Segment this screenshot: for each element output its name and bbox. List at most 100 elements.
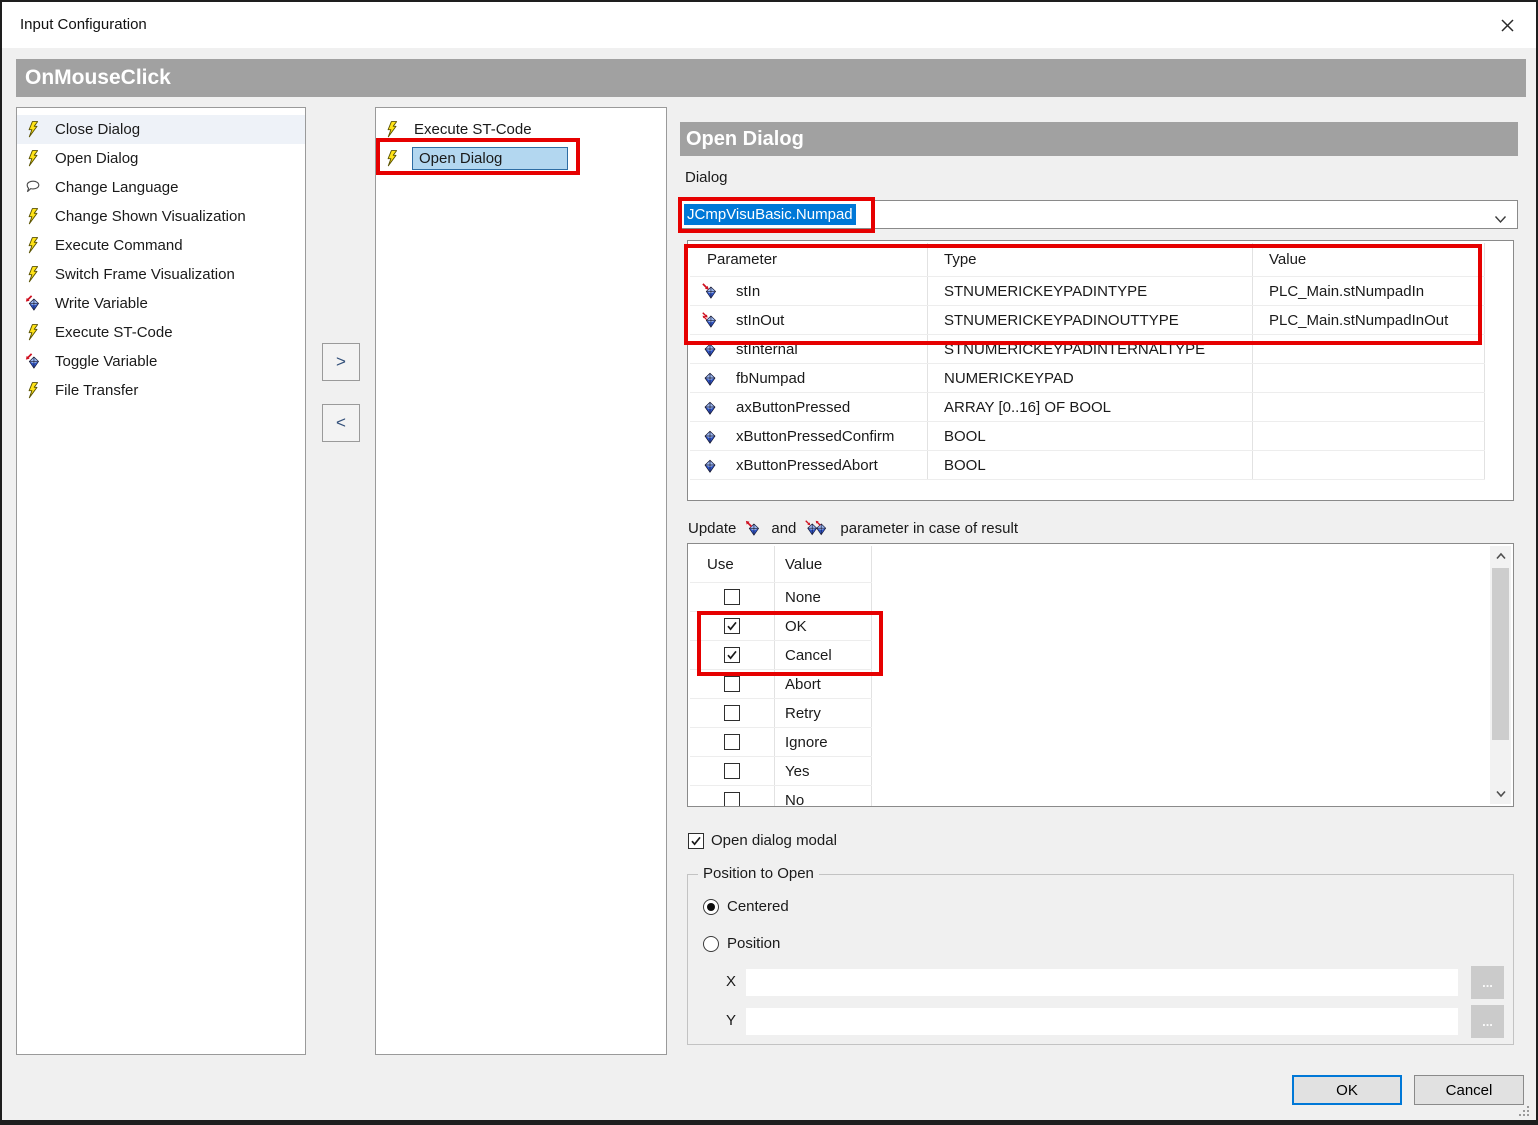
close-icon[interactable]	[1490, 2, 1524, 48]
open-dialog-modal-option: Open dialog modal	[688, 832, 837, 849]
variable-icon	[702, 370, 719, 387]
input-configuration-dialog: Input Configuration OnMouseClick Close D…	[0, 0, 1538, 1125]
column-header: Parameter	[690, 243, 928, 276]
column-header: Type	[928, 243, 1253, 276]
parameter-row[interactable]: axButtonPressedARRAY [0..16] OF BOOL	[690, 393, 1485, 422]
list-item[interactable]: Execute ST-Code	[17, 318, 305, 347]
result-row: Ignore	[690, 728, 872, 757]
use-checkbox[interactable]	[724, 676, 740, 692]
list-item-label: Execute ST-Code	[414, 121, 532, 138]
variable-icon	[702, 341, 719, 358]
bolt-icon	[384, 150, 401, 167]
variable-icon	[702, 399, 719, 416]
list-item-label: Open Dialog	[55, 150, 138, 167]
parameter-row[interactable]: xButtonPressedConfirmBOOL	[690, 422, 1485, 451]
chevron-down-icon[interactable]	[1494, 211, 1507, 228]
list-item[interactable]: Open Dialog	[17, 144, 305, 173]
list-item-label: Open Dialog	[412, 147, 568, 170]
update-prefix-text: Update	[688, 520, 736, 537]
resize-grip[interactable]	[1516, 1103, 1531, 1122]
y-label: Y	[726, 1012, 736, 1029]
use-checkbox[interactable]	[724, 792, 740, 807]
list-item[interactable]: Close Dialog	[17, 115, 305, 144]
use-checkbox[interactable]	[724, 705, 740, 721]
result-value: Yes	[775, 757, 872, 785]
result-row: Cancel	[690, 641, 872, 670]
result-row: None	[690, 583, 872, 612]
dialog-label: Dialog	[685, 169, 728, 186]
use-checkbox[interactable]	[724, 589, 740, 605]
scroll-down-icon[interactable]	[1490, 784, 1511, 804]
list-item-label: Execute ST-Code	[55, 324, 173, 341]
dialog-combobox[interactable]: JCmpVisuBasic.Numpad	[680, 200, 1518, 229]
input-variable-icon	[702, 283, 719, 300]
list-item[interactable]: Execute ST-Code	[376, 115, 666, 144]
list-item[interactable]: Switch Frame Visualization	[17, 260, 305, 289]
move-right-button[interactable]: >	[322, 343, 360, 381]
y-browse-button[interactable]: ...	[1471, 1005, 1504, 1038]
scroll-up-icon[interactable]	[1490, 546, 1511, 566]
use-checkbox[interactable]	[724, 763, 740, 779]
y-input[interactable]	[746, 1008, 1458, 1035]
list-item[interactable]: Execute Command	[17, 231, 305, 260]
list-item[interactable]: Open Dialog	[376, 144, 666, 173]
result-row: Yes	[690, 757, 872, 786]
bolt-icon	[25, 121, 42, 138]
ok-button[interactable]: OK	[1292, 1075, 1402, 1105]
parameter-value[interactable]	[1253, 335, 1485, 363]
list-item[interactable]: Write Variable	[17, 289, 305, 318]
parameter-name: stInternal	[736, 341, 798, 358]
x-browse-button[interactable]: ...	[1471, 966, 1504, 999]
parameter-value[interactable]	[1253, 364, 1485, 392]
inout-variable-pair-icon	[805, 520, 831, 537]
list-item[interactable]: Change Language	[17, 173, 305, 202]
parameter-table-header: ParameterTypeValue	[690, 243, 1485, 277]
parameter-type: ARRAY [0..16] OF BOOL	[928, 393, 1253, 421]
scrollbar-thumb[interactable]	[1492, 568, 1509, 740]
result-scrollbar[interactable]	[1490, 546, 1511, 804]
x-input[interactable]	[746, 969, 1458, 996]
list-item-label: Toggle Variable	[55, 353, 157, 370]
list-item[interactable]: File Transfer	[17, 376, 305, 405]
list-item-label: Close Dialog	[55, 121, 140, 138]
position-radio[interactable]	[703, 936, 719, 952]
parameter-row[interactable]: stInternalSTNUMERICKEYPADINTERNALTYPE	[690, 335, 1485, 364]
list-item[interactable]: Change Shown Visualization	[17, 202, 305, 231]
write-variable-icon	[25, 353, 42, 370]
move-left-button[interactable]: <	[322, 404, 360, 442]
assigned-actions-list: Execute ST-Code Open Dialog	[375, 107, 667, 1055]
position-option: Position	[703, 935, 780, 952]
use-checkbox[interactable]	[724, 647, 740, 663]
use-checkbox[interactable]	[724, 734, 740, 750]
parameter-row[interactable]: stInSTNUMERICKEYPADINTYPEPLC_Main.stNump…	[690, 277, 1485, 306]
update-suffix-text: parameter in case of result	[840, 520, 1018, 537]
use-checkbox[interactable]	[724, 618, 740, 634]
list-item-label: File Transfer	[55, 382, 138, 399]
result-value: OK	[775, 612, 872, 640]
centered-radio[interactable]	[703, 899, 719, 915]
parameter-value[interactable]	[1253, 422, 1485, 450]
list-item[interactable]: Toggle Variable	[17, 347, 305, 376]
open-dialog-modal-checkbox[interactable]	[688, 833, 704, 849]
parameter-type: BOOL	[928, 422, 1253, 450]
list-item-label: Execute Command	[55, 237, 183, 254]
parameter-value[interactable]	[1253, 451, 1485, 479]
column-header: Use	[690, 546, 775, 582]
result-table: UseValueNoneOKCancelAbortRetryIgnoreYesN…	[687, 543, 1514, 807]
parameter-type: STNUMERICKEYPADINOUTTYPE	[928, 306, 1253, 334]
parameter-value[interactable]: PLC_Main.stNumpadIn	[1253, 277, 1485, 305]
centered-label: Centered	[727, 898, 789, 915]
list-item-label: Change Language	[55, 179, 178, 196]
available-actions-list: Close Dialog Open Dialog Change Language Ch…	[16, 107, 306, 1055]
parameter-value[interactable]	[1253, 393, 1485, 421]
parameter-value[interactable]: PLC_Main.stNumpadInOut	[1253, 306, 1485, 334]
y-field-row: Y ...	[688, 1005, 1513, 1038]
parameter-row[interactable]: fbNumpadNUMERICKEYPAD	[690, 364, 1485, 393]
parameter-row[interactable]: xButtonPressedAbortBOOL	[690, 451, 1485, 480]
result-value: No	[775, 786, 872, 807]
variable-icon	[702, 457, 719, 474]
cancel-button[interactable]: Cancel	[1414, 1075, 1524, 1105]
group-title: Position to Open	[698, 865, 819, 882]
column-header: Value	[775, 546, 872, 582]
parameter-row[interactable]: stInOutSTNUMERICKEYPADINOUTTYPEPLC_Main.…	[690, 306, 1485, 335]
